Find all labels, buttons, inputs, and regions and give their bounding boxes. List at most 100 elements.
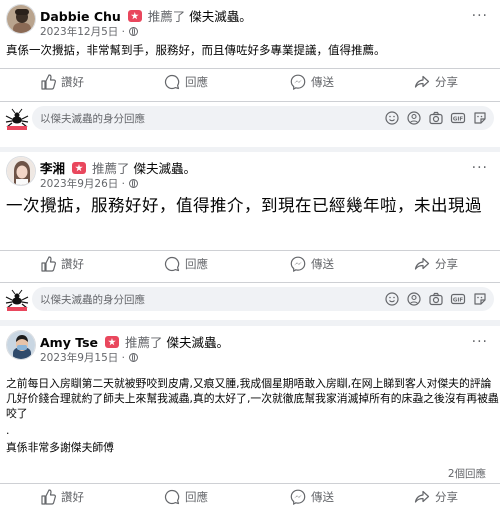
thumbs-up-icon — [41, 489, 56, 505]
share-button[interactable]: 分享 — [414, 484, 458, 510]
author-name[interactable]: Dabbie Chu — [40, 9, 121, 24]
share-label: 分享 — [435, 490, 458, 504]
author-avatar[interactable] — [6, 330, 36, 360]
comment-bubble-icon — [164, 489, 180, 505]
post-title-line: 李湘 推薦了 傑夫滅蟲。 — [40, 158, 196, 177]
composer-icons: GIF — [384, 291, 488, 307]
author-avatar[interactable] — [6, 156, 36, 186]
share-button[interactable]: 分享 — [414, 251, 458, 277]
like-button[interactable]: 讚好 — [40, 69, 84, 95]
camera-icon[interactable] — [428, 110, 444, 126]
comment-button[interactable]: 回應 — [164, 251, 208, 277]
post-header: Amy Tse 推薦了 傑夫滅蟲。 2023年9月15日 · ··· — [0, 326, 500, 370]
like-label: 讚好 — [61, 257, 84, 271]
comment-bubble-icon — [164, 74, 180, 90]
comment-button[interactable]: 回應 — [164, 484, 208, 510]
title-separator: 。 — [183, 161, 197, 176]
share-label: 分享 — [435, 75, 458, 89]
like-button[interactable]: 讚好 — [40, 251, 84, 277]
post-text: 一次攪掂，服務好好，值得推介，到現在已經幾年啦，未出現過 — [6, 196, 482, 215]
send-label: 傳送 — [311, 257, 334, 271]
comment-input[interactable]: 以傑夫滅蟲的身分回應 GIF — [32, 287, 494, 311]
emoji-icon[interactable] — [384, 110, 400, 126]
share-label: 分享 — [435, 257, 458, 271]
recommend-icon — [127, 10, 142, 22]
like-label: 讚好 — [61, 490, 84, 504]
composer-icons: GIF — [384, 110, 488, 126]
review-post: Amy Tse 推薦了 傑夫滅蟲。 2023年9月15日 · ··· 之前每日入… — [0, 326, 500, 526]
avatar-sticker-icon[interactable] — [406, 110, 422, 126]
comment-count[interactable]: 2個回應 — [448, 466, 486, 481]
author-name[interactable]: Amy Tse — [40, 335, 98, 350]
review-post: 李湘 推薦了 傑夫滅蟲。 2023年9月26日 · ··· 一次攪掂，服務好好，… — [0, 152, 500, 320]
post-title-line: Dabbie Chu 推薦了 傑夫滅蟲。 — [40, 6, 252, 25]
post-text: 真係一次攪掂，非常幫到手，服務好，而且傳咗好多專業提議，值得推薦。 — [6, 43, 386, 57]
recommend-icon — [72, 162, 86, 174]
comment-input[interactable]: 以傑夫滅蟲的身分回應 GIF — [32, 106, 494, 130]
author-avatar[interactable] — [6, 4, 36, 34]
post-date[interactable]: 2023年12月5日 — [40, 26, 118, 38]
share-button[interactable]: 分享 — [414, 69, 458, 95]
emoji-icon[interactable] — [384, 291, 400, 307]
post-paragraph: 之前每日入房瞓第二天就被野咬到皮膚,又痕又腫,我成個星期唔敢入房瞓,在网上睇到客… — [6, 377, 499, 420]
globe-icon — [129, 353, 139, 362]
like-button[interactable]: 讚好 — [40, 484, 84, 510]
more-options-icon[interactable]: ··· — [472, 8, 488, 24]
gif-icon[interactable]: GIF — [450, 110, 466, 126]
avatar-badge-icon — [4, 287, 30, 313]
gif-icon[interactable]: GIF — [450, 291, 466, 307]
comment-bubble-icon — [164, 256, 180, 272]
sticker-icon[interactable] — [472, 110, 488, 126]
comment-placeholder: 以傑夫滅蟲的身分回應 — [40, 294, 145, 306]
date-separator: · — [121, 352, 125, 364]
comment-label: 回應 — [185, 257, 208, 271]
messenger-icon — [290, 489, 306, 505]
recommend-label: 推薦了 — [147, 9, 186, 24]
like-label: 讚好 — [61, 75, 84, 89]
comment-button[interactable]: 回應 — [164, 69, 208, 95]
send-label: 傳送 — [311, 490, 334, 504]
globe-icon — [129, 27, 139, 36]
globe-icon — [129, 179, 139, 188]
review-post: Dabbie Chu 推薦了 傑夫滅蟲。 2023年12月5日 · ··· 真係… — [0, 0, 500, 147]
send-button[interactable]: 傳送 — [290, 69, 334, 95]
svg-text:GIF: GIF — [453, 298, 464, 304]
thumbs-up-icon — [41, 74, 56, 90]
post-date[interactable]: 2023年9月26日 — [40, 178, 118, 190]
page-name[interactable]: 傑夫滅蟲 — [166, 335, 216, 350]
avatar-sticker-icon[interactable] — [406, 291, 422, 307]
send-button[interactable]: 傳送 — [290, 484, 334, 510]
feed: Dabbie Chu 推薦了 傑夫滅蟲。 2023年12月5日 · ··· 真係… — [0, 0, 500, 526]
send-button[interactable]: 傳送 — [290, 251, 334, 277]
date-separator: · — [121, 26, 125, 38]
camera-icon[interactable] — [428, 291, 444, 307]
thumbs-up-icon — [41, 256, 56, 272]
post-date[interactable]: 2023年9月15日 — [40, 352, 118, 364]
page-name[interactable]: 傑夫滅蟲 — [189, 9, 239, 24]
send-label: 傳送 — [311, 75, 334, 89]
comment-composer: 以傑夫滅蟲的身分回應 GIF — [0, 101, 500, 135]
more-options-icon[interactable]: ··· — [472, 160, 488, 176]
svg-text:GIF: GIF — [453, 117, 464, 123]
action-bar: 讚好 回應 傳送 分享 — [0, 483, 500, 509]
title-separator: 。 — [239, 9, 252, 24]
more-options-icon[interactable]: ··· — [472, 334, 488, 350]
page-name[interactable]: 傑夫滅蟲 — [133, 161, 183, 176]
comment-label: 回應 — [185, 75, 208, 89]
post-meta: 2023年9月15日 · — [40, 350, 139, 365]
comment-placeholder: 以傑夫滅蟲的身分回應 — [40, 113, 145, 125]
author-name[interactable]: 李湘 — [40, 161, 65, 176]
recommend-icon — [104, 336, 119, 348]
post-title-line: Amy Tse 推薦了 傑夫滅蟲。 — [40, 332, 229, 351]
post-paragraph: 真係非常多謝傑夫師傅 — [6, 441, 114, 454]
share-arrow-icon — [414, 257, 430, 270]
recommend-label: 推薦了 — [91, 161, 130, 176]
sticker-icon[interactable] — [472, 291, 488, 307]
share-arrow-icon — [414, 75, 430, 88]
post-header: Dabbie Chu 推薦了 傑夫滅蟲。 2023年12月5日 · ··· — [0, 0, 500, 44]
post-header: 李湘 推薦了 傑夫滅蟲。 2023年9月26日 · ··· — [0, 152, 500, 196]
post-meta: 2023年9月26日 · — [40, 176, 139, 191]
messenger-icon — [290, 256, 306, 272]
date-separator: · — [121, 178, 125, 190]
comment-label: 回應 — [185, 490, 208, 504]
